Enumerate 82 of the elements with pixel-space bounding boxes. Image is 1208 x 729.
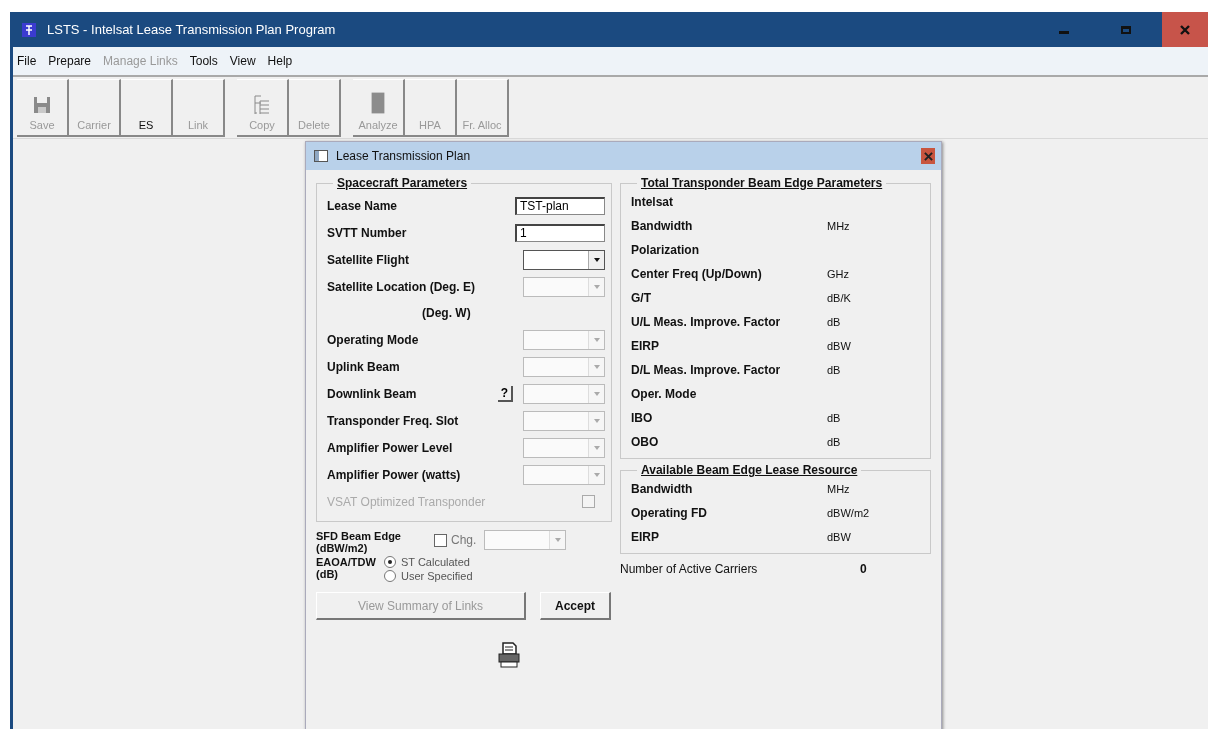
parameter-label: Bandwidth <box>631 219 694 233</box>
field-label: Operating Mode <box>327 332 420 347</box>
unit-label: dB/K <box>827 292 851 304</box>
field-label: Satellite Location (Deg. E) <box>327 279 477 294</box>
caret-icon <box>593 418 600 423</box>
printer-icon[interactable] <box>498 642 520 668</box>
menu-item[interactable]: Prepare <box>48 54 92 68</box>
caret-icon <box>593 284 600 289</box>
app-icon <box>21 21 37 38</box>
caret-icon <box>593 445 600 450</box>
field-label: Amplifier Power Level <box>327 440 454 455</box>
parameter-label: Bandwidth <box>631 482 694 496</box>
parameter-label: Intelsat <box>631 195 674 209</box>
radio-label: User Specified <box>401 570 473 582</box>
parameter-label: Number of Active Carriers <box>620 562 759 576</box>
text-field[interactable]: 1 <box>515 223 605 242</box>
field-label: SFD Beam Edge (dBW/m2) <box>316 530 402 554</box>
caret-icon <box>593 364 600 369</box>
field-label: Amplifier Power (watts) <box>327 467 462 482</box>
parameter-label: U/L Meas. Improve. Factor <box>631 315 782 329</box>
unit-label: MHz <box>827 483 850 495</box>
unit-label: dBW/m2 <box>827 507 870 519</box>
dropdown[interactable] <box>523 249 605 270</box>
floppy-icon <box>32 95 52 115</box>
window-title: LSTS - Intelsat Lease Transmission Plan Program <box>47 22 336 37</box>
checkbox[interactable] <box>434 533 447 547</box>
field-label: Transponder Freq. Slot <box>327 413 460 428</box>
parameter-label: Polarization <box>631 243 700 257</box>
unit-label: MHz <box>827 220 850 232</box>
menu-item[interactable]: File <box>17 54 37 68</box>
parameter-label: Operating FD <box>631 506 708 520</box>
unit-label: dBW <box>827 531 851 543</box>
close-button[interactable] <box>1162 12 1208 47</box>
menu-item[interactable]: View <box>229 54 256 68</box>
document-icon <box>252 95 272 115</box>
close-button[interactable] <box>921 148 935 164</box>
unit-label: dB <box>827 412 841 424</box>
count-value: 0 <box>860 562 867 576</box>
caret-icon <box>554 538 561 542</box>
text-field[interactable]: TST-plan <box>515 196 605 215</box>
field-label: Satellite Flight <box>327 252 410 267</box>
window-icon <box>314 150 328 162</box>
close-icon <box>923 151 933 161</box>
block-icon <box>370 91 386 115</box>
field-label: Lease Name <box>327 198 399 213</box>
unit-label: dBW <box>827 340 851 352</box>
parameter-label: EIRP <box>631 530 660 544</box>
radio-label: ST Calculated <box>401 556 470 568</box>
group-heading: Total Transponder Beam Edge Parameters <box>640 176 884 190</box>
caret-icon <box>593 337 600 342</box>
parameter-label: D/L Meas. Improve. Factor <box>631 363 782 377</box>
menu-item[interactable]: Help <box>267 54 293 68</box>
toolbar-button[interactable]: ES <box>121 79 173 137</box>
field-label: SVTT Number <box>327 225 408 240</box>
field-label: (Deg. W) <box>422 306 472 320</box>
unit-label: dB <box>827 436 841 448</box>
caret-icon <box>593 472 600 477</box>
field-label: EAOA/TDW (dB) <box>316 556 376 582</box>
field-label: Uplink Beam <box>327 359 401 374</box>
push-button[interactable]: Accept <box>540 592 611 620</box>
parameter-label: Oper. Mode <box>631 387 698 401</box>
caret-icon <box>593 391 600 396</box>
radio-button[interactable] <box>384 556 396 568</box>
group-heading: Spacecraft Parameters <box>336 176 469 190</box>
unit-label: dB <box>827 364 841 376</box>
parameter-label: Center Freq (Up/Down) <box>631 267 763 281</box>
radio-button[interactable] <box>384 570 396 582</box>
parameter-label: G/T <box>631 291 652 305</box>
unit-label: GHz <box>827 268 849 280</box>
parameter-label: EIRP <box>631 339 660 353</box>
maximize-icon[interactable] <box>1120 23 1132 36</box>
unit-label: dB <box>827 316 841 328</box>
caret-icon <box>593 257 600 262</box>
parameter-label: IBO <box>631 411 654 425</box>
group-heading: Available Beam Edge Lease Resource <box>640 463 859 477</box>
field-label: Downlink Beam <box>327 386 418 401</box>
checkbox-label: Chg. <box>451 533 477 547</box>
checkbox-label: VSAT Optimized Transponder <box>327 494 487 509</box>
parameter-label: OBO <box>631 435 660 449</box>
dialog-title: Lease Transmission Plan <box>336 149 471 163</box>
close-icon <box>1180 24 1190 35</box>
menu-item[interactable]: Tools <box>189 54 218 68</box>
